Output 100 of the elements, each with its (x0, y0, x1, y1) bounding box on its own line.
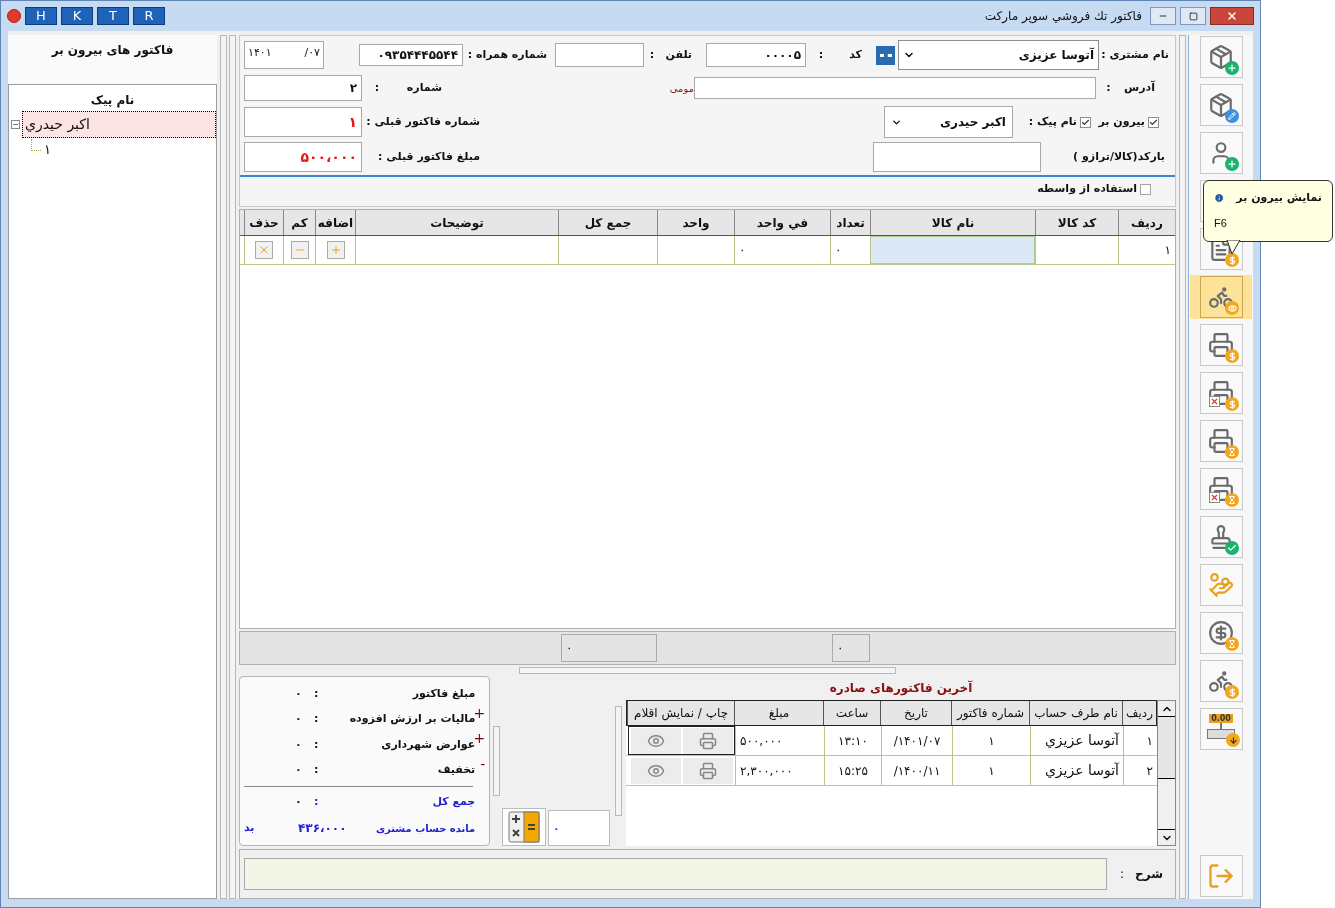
delete-button[interactable] (255, 241, 273, 259)
toolbar-button[interactable] (1199, 324, 1243, 366)
splitter-bar[interactable] (492, 726, 500, 796)
toolbar-button[interactable] (1199, 276, 1243, 318)
column-header: ردیف (1118, 210, 1175, 235)
print-button[interactable] (682, 727, 733, 754)
calculator-button[interactable] (502, 808, 547, 846)
splitter-bar[interactable] (229, 35, 236, 899)
code-field[interactable]: ۰۰۰۰۵ (706, 43, 806, 67)
summary-value: ۰ (293, 685, 303, 702)
table-cell: ۱ (1118, 236, 1175, 264)
check-icon (1149, 117, 1158, 127)
column-header: جمع کل (558, 210, 657, 235)
table-cell: آتوسا عزيزي (1030, 726, 1123, 755)
table-cell: آتوسا عزيزي (1030, 756, 1123, 785)
table-cell: ۲ (1123, 756, 1157, 785)
mobile-field[interactable]: ۰۹۳۵۴۴۴۵۵۴۴ (359, 44, 463, 66)
checkbox[interactable]: نام پیک : (1021, 113, 1091, 131)
minimize-button[interactable] (1150, 7, 1176, 25)
table-cell: ۱۵:۲۵ (824, 756, 881, 785)
customer-dropdown[interactable]: آتوسا عزیزی (898, 40, 1099, 70)
exit-button[interactable] (1199, 855, 1243, 897)
summary-label: مانده حساب مشتری (374, 821, 476, 836)
decrease-button[interactable] (290, 241, 309, 259)
quick-button[interactable]: H (25, 7, 57, 25)
panel-title: فاکتور های بیرون بر (51, 42, 174, 60)
table-row[interactable]: ۲ آتوسا عزيزي ۱ ۱۴۰۰/۱۱/ ۱۵:۲۵ ۲,۳۰۰,۰۰۰ (626, 756, 1157, 786)
table-row[interactable]: ۱ آتوسا عزيزي ۱ ۱۴۰۱/۰۷/ ۱۳:۱۰ ۵۰۰,۰۰۰ (626, 726, 1157, 756)
address-field[interactable] (694, 77, 1096, 99)
toolbar-button[interactable] (1199, 660, 1243, 702)
view-items-button[interactable] (630, 727, 681, 754)
number-field[interactable]: ۲ (244, 75, 362, 101)
column-header: نام کالا (870, 210, 1035, 235)
field-label: شماره فاکتور قبلی : (365, 113, 480, 130)
column-header: حذف (244, 210, 283, 235)
colon-label: : (1118, 866, 1125, 883)
checkbox[interactable]: استفاده از واسطه (1037, 180, 1151, 198)
splitter-bar[interactable] (519, 667, 896, 674)
scrollbar[interactable] (1157, 700, 1176, 846)
sign-mark: + (473, 730, 486, 746)
date-field[interactable]: ۱۴۰۱ /۰۷ (244, 41, 324, 69)
column-header: چاپ / نمایش اقلام (627, 701, 734, 725)
table-cell: ۰ (734, 236, 830, 264)
toolbar-button[interactable] (1199, 468, 1243, 510)
field-label: نام مشتری : (1103, 46, 1170, 63)
column-header: شماره فاکتور (951, 701, 1029, 725)
column-header: تعداد (830, 210, 870, 235)
courier-dropdown[interactable]: اکبر حیدری (884, 106, 1013, 138)
collapse-icon[interactable] (11, 120, 20, 129)
tree-node[interactable]: ۱ (44, 140, 51, 160)
summary-value: ۰ (293, 794, 303, 811)
column-header: ساعت (823, 701, 880, 725)
table-cell: ۱۳:۱۰ (824, 726, 881, 755)
previous-number-field[interactable]: ۱ (244, 107, 362, 137)
add-button[interactable] (326, 241, 345, 259)
close-icon (258, 244, 270, 256)
print-button[interactable] (682, 757, 733, 784)
quick-button[interactable]: T (97, 7, 129, 25)
toolbar-button[interactable] (1199, 612, 1243, 654)
calculator-field[interactable]: ۰ (548, 810, 611, 846)
splitter-bar[interactable] (220, 35, 227, 899)
toolbar-button[interactable] (1199, 420, 1243, 462)
toolbar-button[interactable] (1199, 84, 1243, 126)
toolbar-button[interactable] (1199, 36, 1243, 78)
summary-label: مالیات بر ارزش افزوده (348, 712, 476, 727)
phone-field[interactable] (555, 43, 644, 67)
toolbar-button[interactable]: 0.00 (1199, 708, 1243, 750)
toolbar-button[interactable] (1199, 372, 1243, 414)
colon-label: : (313, 711, 320, 727)
table-cell: ۱۴۰۱/۰۷/ (881, 726, 952, 755)
column-header: في واحد (734, 210, 830, 235)
toolbar-button[interactable] (1199, 132, 1243, 174)
previous-amount-field[interactable]: ۵۰۰،۰۰۰ (244, 142, 362, 172)
summary-label: مبلغ فاکتور (411, 685, 476, 702)
quick-button[interactable]: K (61, 7, 93, 25)
tooltip-title: نمایش بیرون بر (1236, 189, 1322, 206)
barcode-field[interactable] (873, 142, 1041, 172)
summary-label: تخفیف (436, 762, 476, 778)
summary-value: ۰ (293, 762, 303, 778)
input-field[interactable] (870, 236, 1035, 264)
colon-label: : (313, 762, 320, 778)
tree-node[interactable]: اکبر حيدري (22, 111, 216, 138)
table-cell: ۲,۳۰۰,۰۰۰ (735, 756, 824, 785)
table-cell: ۱ (952, 726, 1030, 755)
maximize-button[interactable] (1180, 7, 1206, 25)
column-header: توضیحات (355, 210, 558, 235)
shortcut-text: F6 (1214, 216, 1228, 231)
more-button[interactable] (876, 45, 895, 65)
table-title: آخرین فاکتورهای صادره (829, 679, 973, 697)
printer-icon (698, 731, 717, 750)
close-button[interactable] (1210, 7, 1254, 25)
colon-label: : (648, 46, 656, 63)
quick-button[interactable]: R (133, 7, 165, 25)
column-header: کم (283, 210, 315, 235)
toolbar-button[interactable] (1199, 516, 1243, 558)
colon-label: : (817, 46, 825, 63)
description-field[interactable] (244, 858, 1107, 890)
view-items-button[interactable] (630, 757, 681, 784)
splitter-bar[interactable] (614, 706, 622, 816)
field-label: مبلغ فاکتور قبلی : (377, 148, 480, 165)
